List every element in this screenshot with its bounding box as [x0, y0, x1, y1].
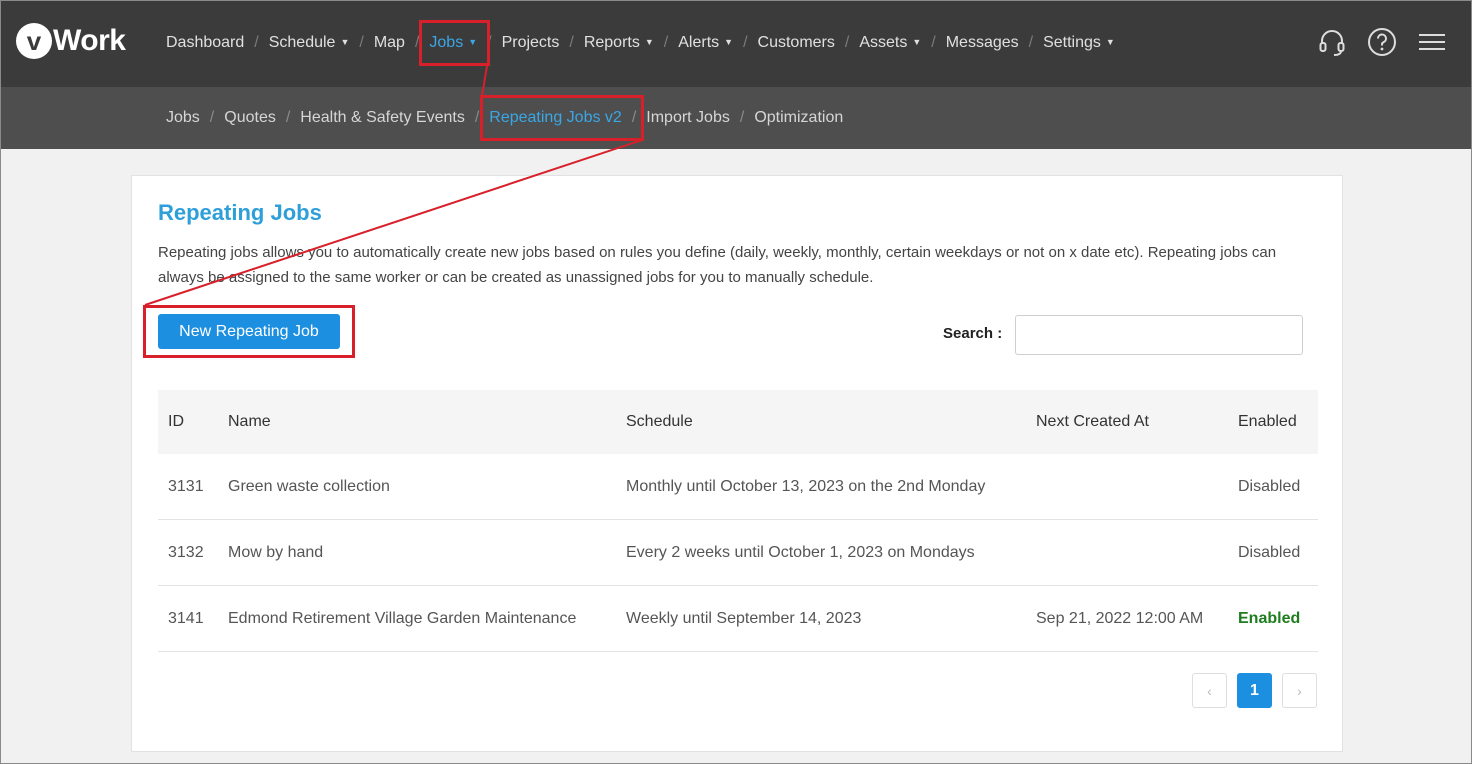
- caret-down-icon: ▼: [724, 37, 734, 47]
- table-row[interactable]: 3132 Mow by hand Every 2 weeks until Oct…: [158, 520, 1318, 586]
- nav-separator: /: [844, 34, 850, 51]
- menu-icon[interactable]: [1416, 26, 1448, 58]
- page-1-button[interactable]: 1: [1237, 673, 1272, 708]
- page-description: Repeating jobs allows you to automatical…: [158, 244, 1277, 286]
- header-enabled[interactable]: Enabled: [1238, 413, 1318, 431]
- nav-item-assets[interactable]: Assets ▼: [859, 34, 921, 52]
- subnav-separator: /: [209, 109, 215, 126]
- header-id[interactable]: ID: [158, 413, 228, 431]
- caret-down-icon: ▼: [468, 37, 478, 47]
- nav-separator: /: [569, 34, 574, 51]
- nav-separator: /: [487, 34, 492, 51]
- cell-id: 3131: [168, 477, 204, 495]
- cell-schedule: Monthly until October 13, 2023 on the 2n…: [626, 477, 986, 495]
- table-header: ID Name Schedule Next Created At Enabled: [158, 390, 1318, 454]
- nav-item-reports[interactable]: Reports ▼: [584, 34, 654, 52]
- top-navbar: v Work Dashboard / Schedule ▼ / Map / Jobs ▼ / Pro…: [0, 0, 1472, 87]
- cell-id: 3141: [168, 609, 204, 627]
- subnav-separator: /: [474, 109, 480, 126]
- subnav-separator: /: [631, 109, 637, 126]
- nav-item-dashboard[interactable]: Dashboard: [166, 34, 244, 52]
- main-nav: Dashboard / Schedule ▼ / Map / Jobs ▼ / Projects / R…: [166, 31, 1115, 55]
- header-next-created-at[interactable]: Next Created At: [1036, 413, 1238, 431]
- table-row[interactable]: 3141 Edmond Retirement Village Garden Ma…: [158, 586, 1318, 652]
- help-icon[interactable]: [1366, 26, 1398, 58]
- nav-item-alerts[interactable]: Alerts ▼: [678, 34, 733, 52]
- vwork-logo[interactable]: v Work: [16, 22, 126, 60]
- nav-item-label: Settings: [1043, 34, 1101, 51]
- cell-name: Green waste collection: [228, 477, 390, 495]
- subnav-item-health-safety-events[interactable]: Health & Safety Events: [300, 109, 465, 127]
- header-schedule[interactable]: Schedule: [626, 413, 1036, 431]
- nav-item-messages[interactable]: Messages: [946, 34, 1019, 52]
- nav-item-label: Map: [373, 34, 405, 51]
- nav-item-label: Projects: [501, 34, 560, 51]
- nav-item-label: Messages: [945, 34, 1019, 51]
- subnav-item-jobs[interactable]: Jobs: [166, 109, 200, 127]
- cell-id: 3132: [168, 543, 204, 561]
- caret-down-icon: ▼: [1105, 37, 1115, 47]
- nav-item-label: Assets: [859, 34, 908, 51]
- logo-text: Work: [53, 24, 126, 57]
- new-repeating-job-button[interactable]: New Repeating Job: [158, 314, 340, 349]
- header-name[interactable]: Name: [228, 413, 626, 431]
- cell-enabled: Enabled: [1238, 609, 1301, 627]
- nav-item-customers[interactable]: Customers: [758, 34, 835, 52]
- cell-enabled: Disabled: [1238, 543, 1301, 561]
- search-input[interactable]: [1015, 315, 1303, 355]
- cell-enabled: Disabled: [1238, 477, 1301, 495]
- caret-down-icon: ▼: [912, 37, 922, 47]
- nav-separator: /: [743, 34, 748, 51]
- pagination: ‹ 1 ›: [1192, 673, 1317, 708]
- caret-down-icon: ▼: [644, 37, 654, 47]
- nav-item-label: Jobs: [429, 34, 464, 51]
- nav-item-schedule[interactable]: Schedule ▼: [269, 34, 350, 52]
- nav-item-projects[interactable]: Projects: [502, 34, 560, 52]
- nav-item-label: Reports: [583, 34, 640, 51]
- nav-item-map[interactable]: Map: [374, 34, 405, 52]
- caret-down-icon: ▼: [340, 37, 350, 47]
- sub-navbar: Jobs / Quotes / Health & Safety Events / Repea…: [0, 87, 1472, 149]
- nav-item-label: Schedule: [268, 34, 336, 51]
- cell-name: Edmond Retirement Village Garden Mainten…: [228, 609, 577, 627]
- nav-item-jobs[interactable]: Jobs ▼: [429, 34, 477, 52]
- nav-item-settings[interactable]: Settings ▼: [1043, 34, 1115, 52]
- nav-icons: [1298, 26, 1448, 58]
- search-label: Search :: [943, 325, 1003, 342]
- nav-separator: /: [931, 34, 936, 51]
- subnav-separator: /: [739, 109, 745, 126]
- jobs-sub-nav: Jobs / Quotes / Health & Safety Events / Repea…: [166, 107, 843, 129]
- subnav-item-repeating-jobs-v2[interactable]: Repeating Jobs v2: [489, 109, 622, 127]
- page-title: Repeating Jobs: [158, 200, 322, 225]
- nav-item-label: Alerts: [678, 34, 720, 51]
- next-page-button[interactable]: ›: [1282, 673, 1317, 708]
- subnav-item-import-jobs[interactable]: Import Jobs: [646, 109, 730, 127]
- cell-next-created-at: Sep 21, 2022 12:00 AM: [1036, 609, 1204, 627]
- subnav-item-optimization[interactable]: Optimization: [754, 109, 843, 127]
- cell-name: Mow by hand: [228, 543, 324, 561]
- nav-item-label: Dashboard: [166, 34, 245, 51]
- subnav-item-quotes[interactable]: Quotes: [224, 109, 276, 127]
- nav-separator: /: [1028, 34, 1034, 51]
- repeating-jobs-panel: Repeating Jobs Repeating jobs allows you…: [131, 175, 1343, 752]
- nav-separator: /: [359, 34, 364, 51]
- repeating-jobs-table: ID Name Schedule Next Created At Enabled…: [158, 390, 1318, 652]
- headset-icon[interactable]: [1316, 26, 1348, 58]
- nav-separator: /: [254, 34, 259, 51]
- cell-schedule: Every 2 weeks until October 1, 2023 on M…: [626, 543, 975, 561]
- nav-separator: /: [663, 34, 669, 51]
- subnav-separator: /: [285, 109, 291, 126]
- logo-mark: v: [16, 23, 52, 59]
- nav-separator: /: [414, 34, 420, 51]
- cell-schedule: Weekly until September 14, 2023: [626, 609, 862, 627]
- prev-page-button[interactable]: ‹: [1192, 673, 1227, 708]
- table-row[interactable]: 3131 Green waste collection Monthly unti…: [158, 454, 1318, 520]
- nav-item-label: Customers: [757, 34, 835, 51]
